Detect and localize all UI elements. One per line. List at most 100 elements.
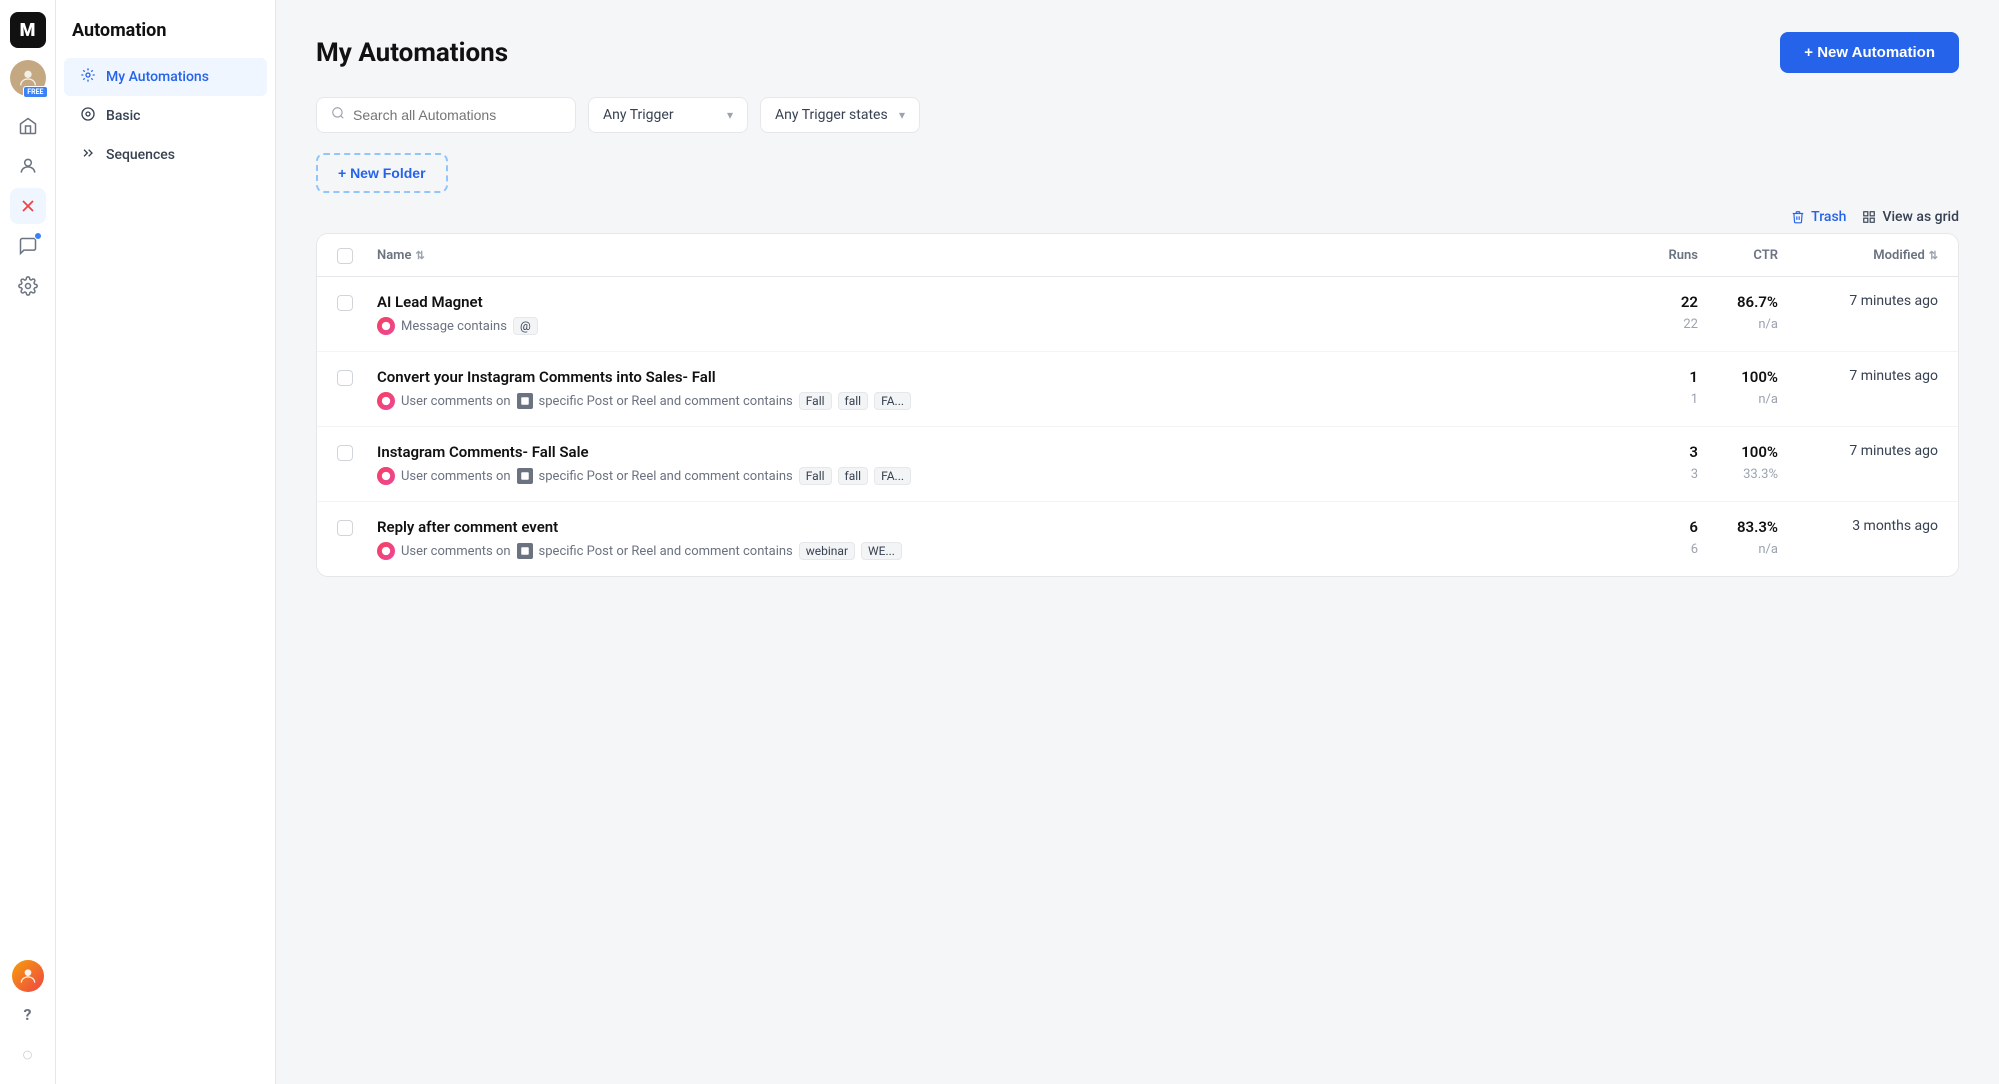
search-box[interactable] [316,97,576,133]
trash-button[interactable]: Trash [1791,209,1846,225]
select-all-checkbox-wrap[interactable] [337,246,377,264]
row-2-trigger-text2: specific Post or Reel and comment contai… [539,394,793,409]
row-2-trigger-text: User comments on [401,394,511,409]
row-1-tag-at: @ [513,317,538,335]
col-name-sort: ⇅ [415,249,424,262]
row-4-ctr-main: 83.3% [1737,518,1778,536]
row-4-content: Reply after comment event User comments … [377,518,1618,560]
col-header-name[interactable]: Name ⇅ [377,246,1618,264]
trigger-filter[interactable]: Any Trigger ▾ [588,97,748,133]
row-2-tag-fall: Fall [799,392,832,410]
nav-bottom: ? ○ [10,960,46,1072]
row-4-runs: 6 6 [1618,518,1698,560]
automations-table: Name ⇅ Runs CTR Modified ⇅ [316,233,1959,577]
row-3-trigger: User comments on specific Post or Reel a… [377,467,1618,485]
col-runs-label: Runs [1669,248,1698,263]
sequences-icon [80,145,96,165]
row-2-checkbox-wrap[interactable] [337,368,377,410]
sidebar-item-my-automations[interactable]: My Automations [64,58,267,96]
view-grid-label: View as grid [1882,209,1959,225]
main-layout: Automation My Automations Basic Sequence… [56,0,1999,1084]
row-4-checkbox[interactable] [337,520,353,536]
row-3-content: Instagram Comments- Fall Sale User comme… [377,443,1618,485]
trigger-states-label: Any Trigger states [775,107,888,123]
row-1-checkbox[interactable] [337,295,353,311]
trigger-filter-label: Any Trigger [603,107,674,123]
row-2-name: Convert your Instagram Comments into Sal… [377,368,1618,386]
row-2-checkbox[interactable] [337,370,353,386]
row-4-trigger: User comments on specific Post or Reel a… [377,542,1618,560]
row-4-ctr: 83.3% n/a [1698,518,1778,560]
row-2-modified-main: 7 minutes ago [1849,368,1938,384]
row-1-ctr-sub: n/a [1758,317,1778,332]
sidebar-item-basic[interactable]: Basic [64,97,267,135]
row-3-trigger-text2: specific Post or Reel and comment contai… [539,469,793,484]
row-3-tag-fall: Fall [799,467,832,485]
row-4-name: Reply after comment event [377,518,1618,536]
trigger-states-filter[interactable]: Any Trigger states ▾ [760,97,920,133]
col-modified-sort: ⇅ [1929,249,1938,262]
my-automations-icon [80,67,96,87]
sidebar-item-sequences[interactable]: Sequences [64,136,267,174]
circle-icon: ○ [10,1036,46,1072]
row-3-checkbox-wrap[interactable] [337,443,377,485]
row-3-tag-fa: FA... [874,467,911,485]
content-header: My Automations + New Automation [316,32,1959,73]
select-all-checkbox[interactable] [337,248,353,264]
user-avatar[interactable] [12,960,44,992]
col-header-modified[interactable]: Modified ⇅ [1778,246,1938,264]
row-3-tag-fall2: fall [838,467,869,485]
table-row[interactable]: Reply after comment event User comments … [317,502,1958,576]
view-grid-button[interactable]: View as grid [1862,209,1959,225]
nav-avatar-wrap[interactable]: FREE [10,60,46,96]
row-2-tag-fa: FA... [874,392,911,410]
row-1-checkbox-wrap[interactable] [337,293,377,335]
table-row[interactable]: AI Lead Magnet Message contains @ 22 22 … [317,277,1958,352]
sidebar-title: Automation [56,20,275,57]
row-2-ctr: 100% n/a [1698,368,1778,410]
row-3-name: Instagram Comments- Fall Sale [377,443,1618,461]
row-3-runs-sub: 3 [1691,467,1698,482]
row-3-modified: 7 minutes ago [1778,443,1938,485]
row-2-runs-main: 1 [1689,368,1698,386]
page-title: My Automations [316,38,508,68]
nav-messages-icon[interactable] [10,228,46,264]
row-2-ctr-main: 100% [1741,368,1778,386]
row-3-runs: 3 3 [1618,443,1698,485]
row-3-modified-main: 7 minutes ago [1849,443,1938,459]
nav-integrations-icon[interactable] [10,188,46,224]
table-row[interactable]: Convert your Instagram Comments into Sal… [317,352,1958,427]
row-1-trigger: Message contains @ [377,317,1618,335]
row-1-runs-sub: 22 [1683,317,1698,332]
new-automation-button[interactable]: + New Automation [1780,32,1959,73]
new-folder-button[interactable]: + New Folder [316,153,448,193]
app-logo: M [10,12,46,48]
sidebar-item-label-sequences: Sequences [106,147,175,163]
row-1-runs-main: 22 [1681,293,1698,311]
row-3-trigger-text: User comments on [401,469,511,484]
help-icon[interactable]: ? [10,996,46,1032]
row-3-post-thumb [517,468,533,484]
trigger-filter-chevron: ▾ [727,108,733,122]
col-header-ctr: CTR [1698,246,1778,264]
nav-home-icon[interactable] [10,108,46,144]
search-input[interactable] [353,107,561,123]
row-4-trigger-icon [377,542,395,560]
trash-label: Trash [1811,209,1846,225]
row-3-runs-main: 3 [1689,443,1698,461]
search-icon [331,106,345,124]
row-3-ctr: 100% 33.3% [1698,443,1778,485]
nav-contacts-icon[interactable] [10,148,46,184]
col-header-runs: Runs [1618,246,1698,264]
table-row[interactable]: Instagram Comments- Fall Sale User comme… [317,427,1958,502]
trigger-states-chevron: ▾ [899,108,905,122]
row-1-ctr-main: 86.7% [1737,293,1778,311]
row-3-checkbox[interactable] [337,445,353,461]
col-ctr-label: CTR [1753,248,1778,263]
col-modified-label: Modified [1873,248,1925,263]
row-3-trigger-icon [377,467,395,485]
row-2-runs: 1 1 [1618,368,1698,410]
row-4-checkbox-wrap[interactable] [337,518,377,560]
nav-settings-icon[interactable] [10,268,46,304]
left-nav: M FREE ? ○ [0,0,56,1084]
